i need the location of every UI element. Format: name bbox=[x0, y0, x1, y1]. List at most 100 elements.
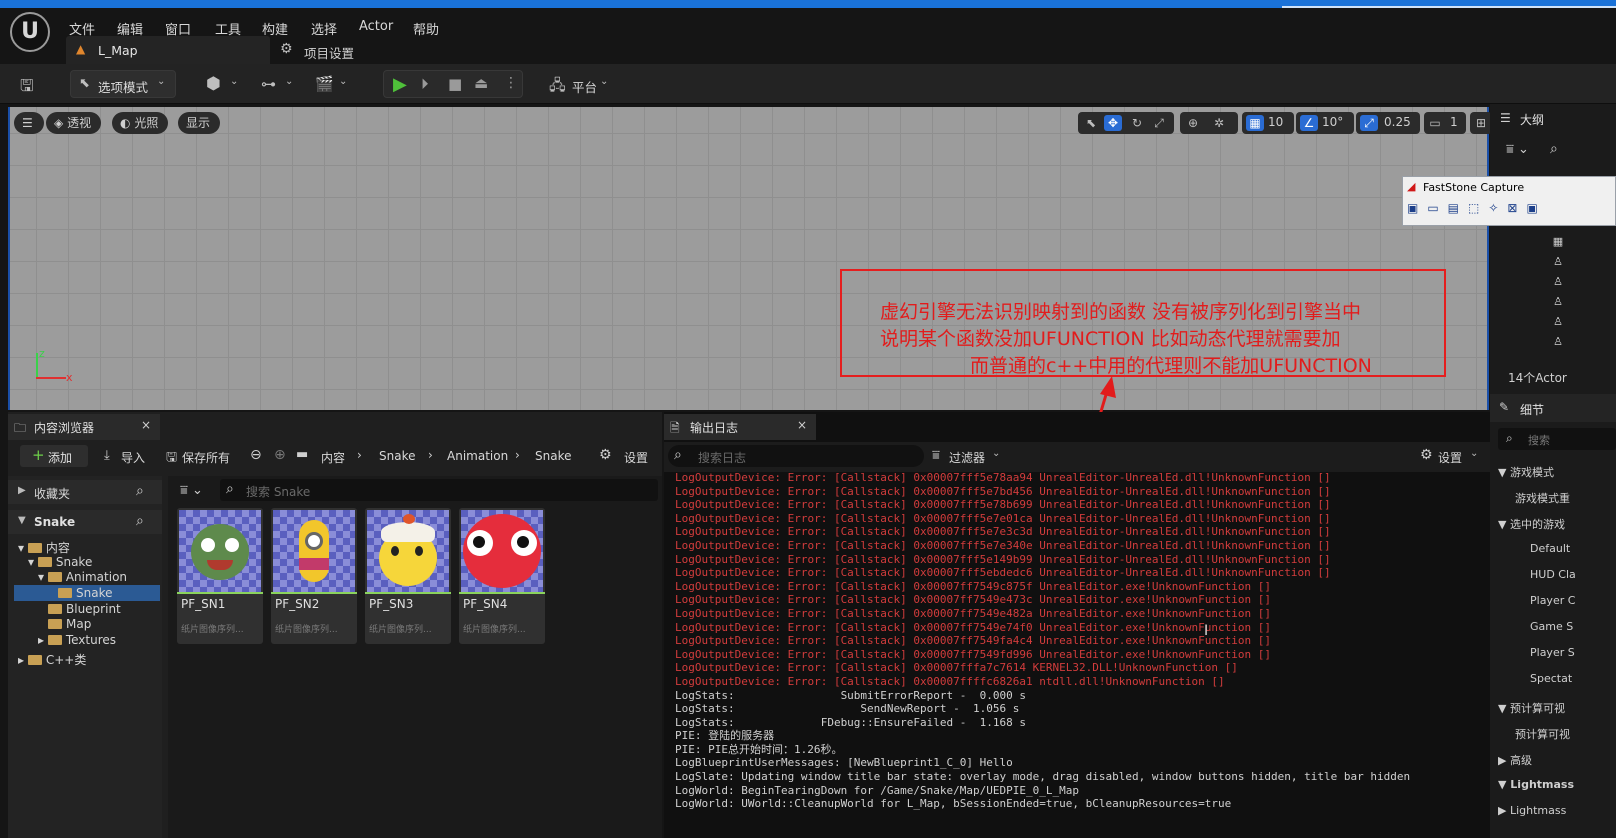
breadcrumb-item[interactable]: Snake bbox=[535, 449, 571, 463]
log-settings-button[interactable]: 设置 bbox=[1438, 449, 1462, 466]
add-actor-icon[interactable]: ⬢ bbox=[206, 74, 221, 94]
favorites-header[interactable]: ▶ 收藏夹 ⌕ bbox=[8, 480, 162, 504]
play-icon[interactable]: ▶ bbox=[393, 74, 407, 95]
asset-name: PF_SN3 bbox=[369, 597, 414, 611]
breadcrumb-item[interactable]: 内容 bbox=[321, 449, 345, 466]
details-section[interactable]: ▶ Lightmass bbox=[1498, 804, 1566, 817]
save-all-button[interactable]: 保存所有 bbox=[182, 449, 230, 466]
asset-type: 纸片图像序列... bbox=[275, 625, 338, 635]
details-section[interactable]: ▼ 预计算可视 bbox=[1498, 700, 1565, 716]
chevron-down-icon[interactable]: ⌄ bbox=[285, 76, 293, 87]
close-icon[interactable]: × bbox=[141, 418, 151, 432]
project-label: Snake bbox=[34, 515, 76, 529]
maximize-viewport-button[interactable]: ⊞ bbox=[1470, 112, 1492, 134]
perspective-button[interactable]: ◈ 透视 bbox=[46, 112, 102, 134]
details-section[interactable]: ▼ 游戏模式 bbox=[1498, 464, 1554, 480]
stop-icon[interactable]: ■ bbox=[448, 75, 462, 93]
search-icon[interactable]: ⌕ bbox=[1550, 141, 1558, 157]
faststone-capture-window[interactable]: ◢ FastStone Capture ▣▭▤⬚✧⊠▣ bbox=[1402, 176, 1616, 226]
tree-item-snake[interactable]: ▾ Snake bbox=[28, 555, 92, 569]
chevron-down-icon[interactable]: ⌄ bbox=[992, 448, 1000, 459]
grid-snap-icon: ▦ bbox=[1246, 115, 1264, 131]
platform-icon[interactable]: 🖧 bbox=[549, 75, 566, 100]
tree-item-animation[interactable]: ▾ Animation bbox=[38, 570, 127, 584]
outliner-title[interactable]: 大纲 bbox=[1520, 111, 1544, 128]
search-icon[interactable]: ⌕ bbox=[136, 513, 144, 529]
scale-icon[interactable]: ⤢ bbox=[1150, 115, 1168, 131]
breadcrumb-item[interactable]: Animation bbox=[447, 449, 508, 463]
asset-thumbnail bbox=[179, 510, 261, 592]
mode-select-button[interactable]: ⬉ 选项模式 ⌄ bbox=[70, 70, 176, 98]
rotation-snap-control[interactable]: ∠ 10° bbox=[1296, 112, 1354, 134]
content-settings-button[interactable]: 设置 bbox=[624, 449, 648, 466]
details-section[interactable]: ▼ 选中的游戏 bbox=[1498, 516, 1565, 532]
chevron-down-icon[interactable]: ⌄ bbox=[339, 76, 347, 87]
asset-search-input[interactable]: ⌕ 搜索 Snake bbox=[220, 479, 658, 501]
output-log-tab[interactable]: 🗎 输出日志 × bbox=[664, 414, 816, 440]
chevron-down-icon[interactable]: ⌄ bbox=[1470, 448, 1478, 459]
asset-tile-pf-sn4[interactable]: PF_SN4 纸片图像序列... bbox=[459, 508, 545, 644]
lighting-button[interactable]: ◐ 光照 bbox=[112, 112, 169, 134]
filter-icon[interactable]: ⩸ ⌄ bbox=[180, 483, 203, 498]
log-filter-button[interactable]: 过滤器 bbox=[949, 449, 985, 466]
log-line: LogOutputDevice: Error: [Callstack] 0x00… bbox=[675, 498, 1331, 512]
import-button[interactable]: 导入 bbox=[121, 449, 145, 466]
details-tab[interactable]: ✎ 细节 bbox=[1490, 394, 1616, 422]
details-section[interactable]: ▶ 高级 bbox=[1498, 752, 1532, 768]
settings-gear-icon[interactable]: ⚙ bbox=[1420, 447, 1433, 463]
details-section[interactable]: ▼ Lightmass bbox=[1498, 778, 1574, 791]
forward-arrow-icon[interactable]: ⊕ bbox=[274, 447, 286, 463]
camera-speed-control[interactable]: ▭ 1 bbox=[1424, 112, 1466, 134]
breadcrumb-item[interactable]: Snake bbox=[379, 449, 415, 463]
faststone-capture-tools[interactable]: ▣▭▤⬚✧⊠▣ bbox=[1407, 201, 1613, 221]
menu-actor[interactable]: Actor bbox=[359, 19, 393, 34]
add-button[interactable]: + 添加 bbox=[20, 445, 88, 467]
viewport-menu-button[interactable]: ☰ bbox=[14, 112, 44, 134]
more-options-icon[interactable]: ⋮ bbox=[504, 75, 518, 91]
surface-snap-icon[interactable]: ✲ bbox=[1210, 115, 1228, 131]
grid-snap-control[interactable]: ▦ 10 bbox=[1242, 112, 1294, 134]
import-icon[interactable]: ⤓ bbox=[104, 448, 110, 463]
tree-item-content[interactable]: ▾ 内容 bbox=[18, 539, 70, 556]
scale-snap-control[interactable]: ⤢ 0.25 bbox=[1356, 112, 1420, 134]
select-icon[interactable]: ⬉ bbox=[1082, 115, 1100, 131]
tree-item-textures[interactable]: ▸ Textures bbox=[38, 633, 116, 647]
world-coordinates-icon[interactable]: ⊕ bbox=[1184, 115, 1202, 131]
camera-icon: ▭ bbox=[1429, 116, 1441, 130]
log-line: LogStats: SendNewReport - 1.056 s bbox=[675, 702, 1020, 716]
search-icon[interactable]: ⌕ bbox=[136, 483, 144, 499]
chevron-down-icon[interactable]: ⌄ bbox=[230, 76, 238, 87]
asset-tile-pf-sn2[interactable]: PF_SN2 纸片图像序列... bbox=[271, 508, 357, 644]
output-log-lines[interactable]: LogOutputDevice: Error: [Callstack] 0x00… bbox=[675, 471, 1485, 838]
asset-tile-pf-sn1[interactable]: PF_SN1 纸片图像序列... bbox=[177, 508, 263, 644]
chevron-down-icon[interactable]: ⌄ bbox=[600, 76, 608, 87]
show-button[interactable]: 显示 bbox=[178, 112, 221, 134]
tree-item-cpp[interactable]: ▸ C++类 bbox=[18, 651, 86, 668]
eject-icon[interactable]: ⏏ bbox=[474, 74, 488, 92]
save-all-icon[interactable]: 🖫 bbox=[166, 448, 177, 470]
tree-item-map[interactable]: Map bbox=[48, 617, 91, 631]
move-icon[interactable]: ✥ bbox=[1104, 115, 1122, 131]
back-arrow-icon[interactable]: ⊖ bbox=[250, 447, 262, 463]
settings-gear-icon[interactable]: ⚙ bbox=[599, 447, 612, 463]
tab-level-map[interactable]: ▲ L_Map bbox=[66, 36, 270, 64]
cinematics-icon[interactable]: 🎬 bbox=[315, 75, 334, 93]
unreal-logo-icon[interactable]: U bbox=[10, 12, 50, 52]
filter-icon[interactable]: ⩸ ⌄ bbox=[1506, 142, 1529, 157]
content-browser-tab[interactable]: 🗀 内容浏览器 × bbox=[8, 414, 160, 440]
blueprint-icon[interactable]: ⊶ bbox=[261, 75, 276, 93]
project-header[interactable]: ▼ Snake ⌕ bbox=[8, 510, 162, 534]
details-search-input[interactable]: ⌕ 搜索 bbox=[1498, 428, 1616, 450]
log-search-input[interactable]: ⌕ 搜索日志 bbox=[668, 445, 924, 467]
filter-icon[interactable]: ⩸ bbox=[932, 448, 940, 463]
save-icon[interactable]: 🖫 bbox=[20, 75, 34, 102]
outliner-visibility-icons[interactable]: ▦ ♙ ♙ ♙ ♙ ♙ bbox=[1548, 232, 1568, 360]
step-icon[interactable]: ⏵ bbox=[421, 75, 429, 93]
close-icon[interactable]: × bbox=[797, 418, 807, 432]
rotate-icon[interactable]: ↻ bbox=[1128, 115, 1146, 131]
platform-label[interactable]: 平台 bbox=[572, 77, 597, 96]
tree-item-snake-selected[interactable]: Snake bbox=[58, 586, 112, 600]
asset-tile-pf-sn3[interactable]: PF_SN3 纸片图像序列... bbox=[365, 508, 451, 644]
tab-project-settings[interactable]: ⚙ 项目设置 bbox=[278, 36, 418, 64]
tree-item-blueprint[interactable]: Blueprint bbox=[48, 602, 121, 616]
